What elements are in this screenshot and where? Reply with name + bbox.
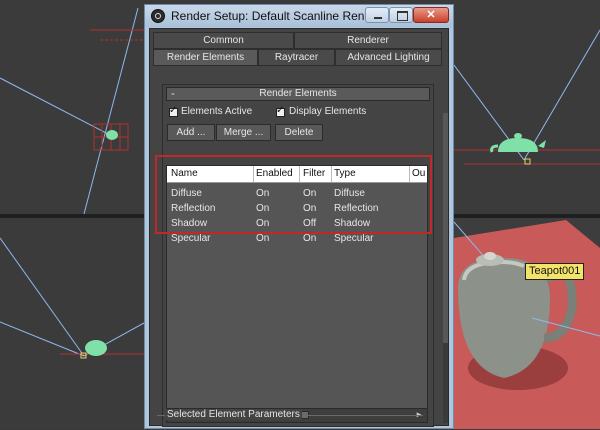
delete-button[interactable]: Delete (275, 124, 323, 141)
tab-render-elements[interactable]: Render Elements (153, 49, 258, 66)
row-name: Specular (171, 233, 211, 244)
tab-common[interactable]: Common (153, 32, 294, 49)
object-tooltip-teapot: Teapot001 (525, 263, 585, 280)
viewport-top-left-scene (0, 7, 144, 214)
selected-element-parameters-group: Selected Element Parameters (157, 409, 423, 430)
viewport-bottom-right-perspective[interactable] (454, 218, 600, 429)
render-elements-rollout: - Render Elements Elements Active Displa… (162, 84, 434, 427)
rollout-title: Render Elements (259, 88, 337, 99)
selected-element-parameters-label: Selected Element Parameters (165, 409, 302, 420)
window-title: Render Setup: Default Scanline Renderer (171, 9, 393, 23)
app-icon[interactable] (151, 9, 165, 23)
tab-advanced-lighting[interactable]: Advanced Lighting (335, 49, 442, 66)
viewport-top-right-scene (454, 29, 600, 165)
elements-active-checkbox[interactable] (169, 105, 178, 117)
display-elements-label: Display Elements (289, 106, 367, 117)
highlight-annotation-box (155, 155, 432, 234)
viewport-top-left[interactable] (0, 0, 144, 214)
collapse-icon: - (171, 88, 175, 100)
minimize-button[interactable] (365, 7, 389, 23)
viewport-bottom-left-scene (0, 237, 144, 359)
viewport-bottom-left[interactable] (0, 218, 144, 429)
tab-renderer[interactable]: Renderer (294, 32, 442, 49)
elements-active-label: Elements Active (181, 106, 253, 117)
row-filter: On (303, 233, 317, 244)
tab-raytracer[interactable]: Raytracer (258, 49, 335, 66)
panel-scrollbar[interactable] (443, 113, 448, 423)
merge-button[interactable]: Merge ... (216, 124, 271, 141)
maximize-button[interactable] (389, 7, 413, 23)
row-type: Specular (334, 233, 374, 244)
rollout-header[interactable]: - Render Elements (166, 87, 430, 101)
close-icon: ✕ (426, 9, 436, 21)
viewport-perspective-scene (454, 220, 600, 429)
display-elements-checkbox[interactable] (276, 105, 285, 117)
close-button[interactable]: ✕ (413, 7, 449, 23)
panel-scrollbar-thumb[interactable] (443, 113, 448, 343)
table-row[interactable]: Specular On On Specular (167, 232, 427, 246)
title-bar[interactable]: Render Setup: Default Scanline Renderer … (145, 5, 453, 27)
viewport-top-right[interactable] (454, 0, 600, 214)
add-button[interactable]: Add ... (167, 124, 215, 141)
row-enabled: On (256, 233, 270, 244)
